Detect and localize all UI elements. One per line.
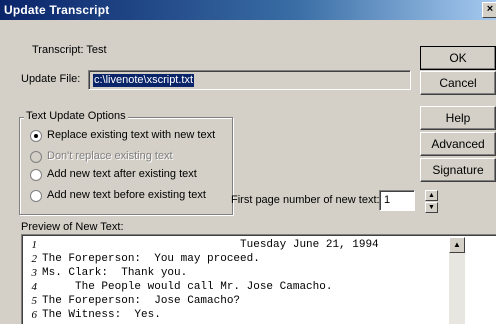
text-update-options-legend: Text Update Options bbox=[24, 110, 128, 122]
first-page-label: First page number of new text: bbox=[231, 194, 380, 206]
cancel-button[interactable]: Cancel bbox=[420, 71, 496, 95]
close-button[interactable]: × bbox=[482, 2, 496, 18]
spin-down-button[interactable]: ▼ bbox=[425, 202, 438, 213]
line-text: The Foreperson: Jose Camacho? bbox=[42, 295, 241, 307]
update-transcript-dialog: Update Transcript × Transcript: Test Upd… bbox=[0, 0, 496, 324]
radio-dont-replace-label: Don't replace existing text bbox=[47, 150, 173, 162]
radio-replace-label: Replace existing text with new text bbox=[47, 129, 216, 141]
line-text: The People would call Mr. Jose Camacho. bbox=[42, 281, 333, 293]
signature-button[interactable]: Signature bbox=[420, 158, 496, 182]
ok-button[interactable]: OK bbox=[420, 46, 496, 70]
radio-after-icon[interactable] bbox=[30, 169, 42, 181]
line-number: 4 bbox=[31, 281, 38, 293]
line-number: 3 bbox=[31, 267, 38, 279]
spin-up-button[interactable]: ▲ bbox=[425, 190, 438, 201]
scroll-up-button[interactable]: ▲ bbox=[449, 237, 465, 253]
advanced-button[interactable]: Advanced bbox=[420, 132, 496, 156]
help-button[interactable]: Help bbox=[420, 106, 496, 130]
preview-lines: 1 Tuesday June 21, 1994 2 The Foreperson… bbox=[27, 237, 496, 324]
line-number: 5 bbox=[31, 295, 38, 307]
line-text: Tuesday June 21, 1994 bbox=[42, 239, 379, 251]
down-arrow-icon: ▼ bbox=[428, 204, 435, 211]
line-number: 1 bbox=[31, 239, 38, 251]
radio-replace-icon[interactable] bbox=[30, 130, 42, 142]
up-arrow-icon: ▲ bbox=[428, 192, 435, 199]
scroll-up-arrow-icon: ▲ bbox=[453, 240, 461, 249]
line-number: 6 bbox=[31, 309, 38, 321]
update-file-value: c:\livenote\xscript.txt bbox=[93, 74, 195, 87]
first-page-value: 1 bbox=[384, 194, 391, 206]
title-bar[interactable]: Update Transcript × bbox=[0, 0, 496, 20]
radio-dont-replace-icon bbox=[30, 151, 42, 163]
line-text: Ms. Clark: Thank you. bbox=[42, 267, 188, 279]
preview-label: Preview of New Text: bbox=[21, 221, 124, 233]
radio-after-label: Add new text after existing text bbox=[47, 168, 197, 180]
update-file-field[interactable]: c:\livenote\xscript.txt bbox=[88, 70, 411, 90]
window-title: Update Transcript bbox=[4, 3, 110, 17]
line-number: 2 bbox=[31, 253, 38, 265]
preview-scrollbar[interactable]: ▲ bbox=[449, 237, 465, 324]
transcript-label: Transcript: Test bbox=[32, 44, 107, 56]
update-file-label: Update File: bbox=[21, 73, 81, 85]
first-page-input[interactable]: 1 bbox=[379, 190, 415, 211]
line-text: The Foreperson: You may proceed. bbox=[42, 253, 260, 265]
radio-before-label: Add new text before existing text bbox=[47, 189, 206, 201]
line-text: The Witness: Yes. bbox=[42, 309, 161, 321]
radio-before-icon[interactable] bbox=[30, 190, 42, 202]
